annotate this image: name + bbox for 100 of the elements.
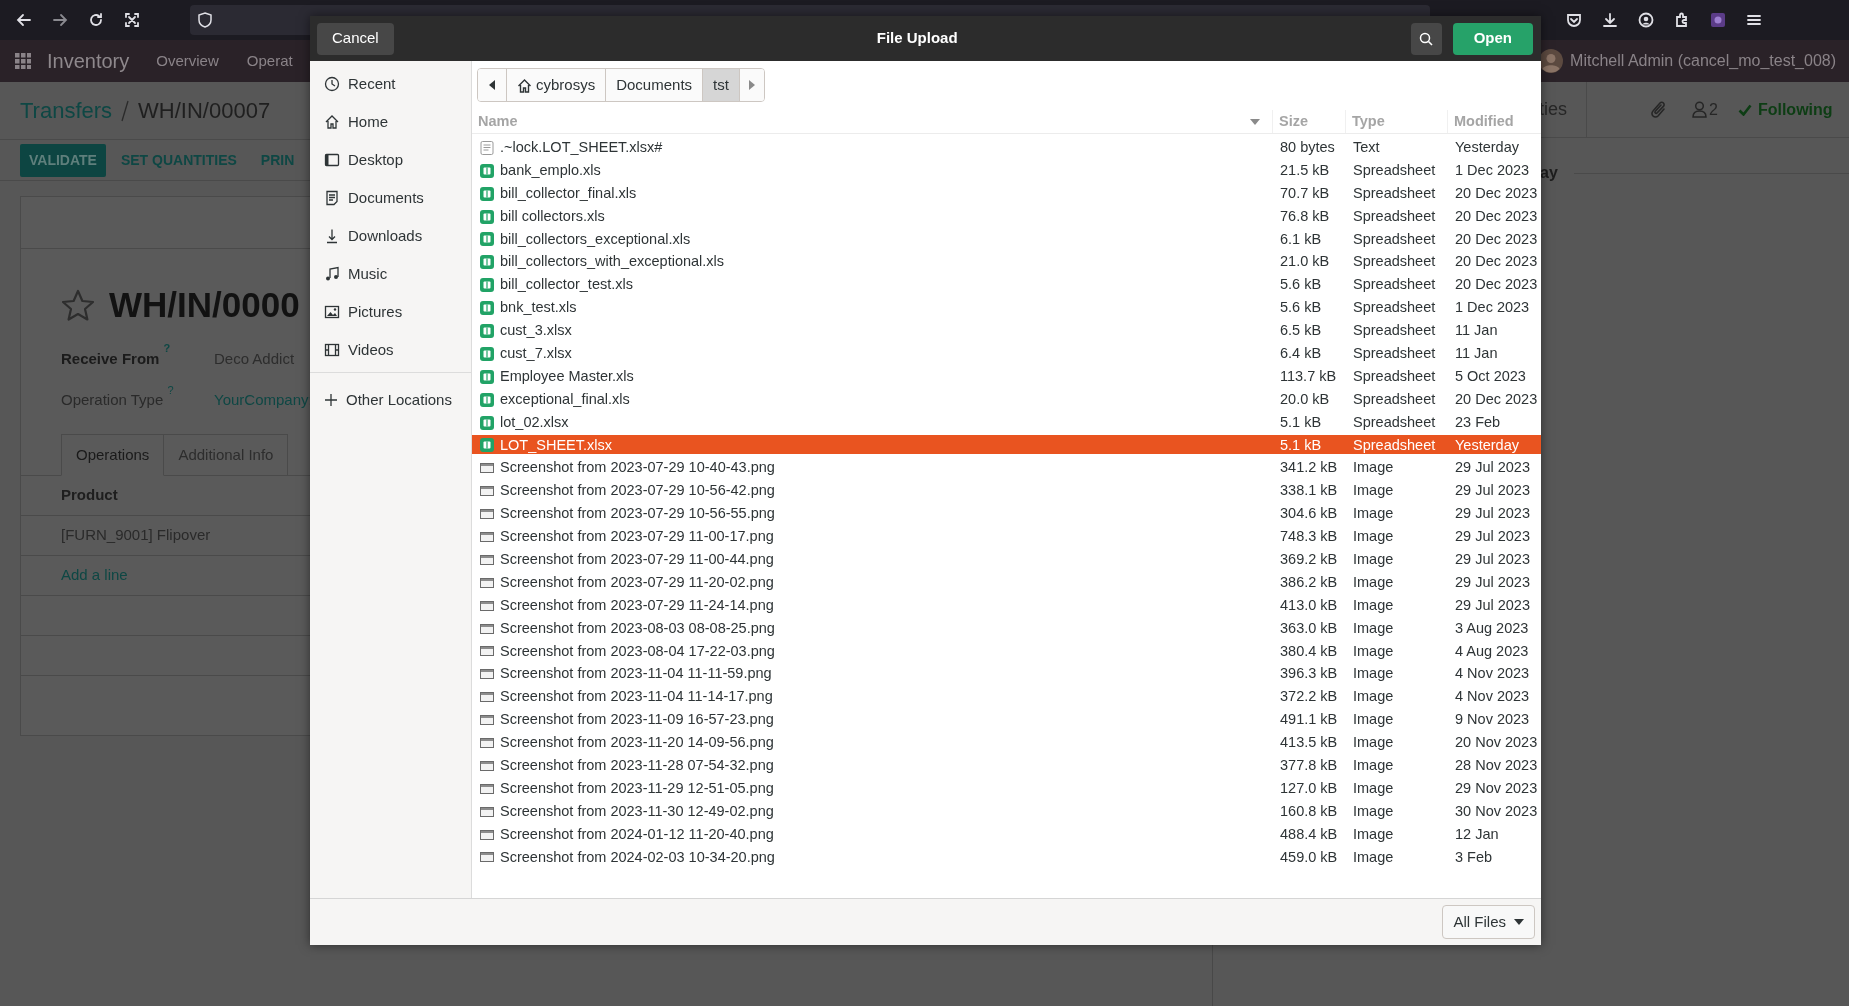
path-forward-button[interactable] — [739, 69, 764, 101]
file-size: 413.5 kB — [1279, 733, 1339, 753]
file-name: Screenshot from 2024-02-03 10-34-20.png — [500, 847, 775, 867]
search-icon — [1419, 31, 1434, 46]
breadcrumb-separator-icon — [120, 99, 131, 122]
place-item[interactable]: Recent — [310, 65, 471, 103]
file-type: Image — [1352, 550, 1395, 570]
file-row[interactable]: exceptional_final.xls 20.0 kB Spreadsheet 20 Dec 2023 — [472, 388, 1541, 409]
apps-menu-icon[interactable] — [15, 53, 31, 69]
star-icon[interactable] — [61, 288, 95, 322]
left-arrow-icon — [489, 80, 495, 90]
file-row[interactable]: Screenshot from 2023-11-09 16-57-23.png 491.1 kB Image 9 Nov 2023 — [472, 709, 1541, 729]
file-row[interactable]: LOT_SHEET.xlsx 5.1 kB Spreadsheet Yesterday — [472, 434, 1541, 455]
cancel-button[interactable]: Cancel — [317, 22, 394, 55]
file-row[interactable]: Screenshot from 2023-11-30 12-49-02.png 160.8 kB Image 30 Nov 2023 — [472, 800, 1541, 821]
file-row[interactable]: Screenshot from 2023-11-28 07-54-32.png 377.8 kB Image 28 Nov 2023 — [472, 755, 1541, 775]
file-row[interactable]: Screenshot from 2024-02-03 10-34-20.png 459.0 kB Image 3 Feb — [472, 846, 1541, 867]
download-icon[interactable] — [1602, 12, 1618, 28]
image-thumbnail-icon — [480, 692, 494, 703]
file-row[interactable]: lot_02.xlsx 5.1 kB Spreadsheet 23 Feb — [472, 411, 1541, 432]
file-row[interactable]: bill collectors.xls 76.8 kB Spreadsheet 20 Dec 2023 — [472, 205, 1541, 226]
file-modified: 20 Dec 2023 — [1454, 275, 1539, 295]
place-item[interactable]: Videos — [310, 331, 471, 369]
place-item[interactable]: Home — [310, 103, 471, 141]
field-label: Receive From — [61, 349, 160, 367]
file-row[interactable]: bill_collectors_with_exceptional.xls 21.0 kB Spreadsheet 20 Dec 2023 — [472, 251, 1541, 271]
file-type: Text — [1352, 138, 1381, 157]
place-item[interactable]: Desktop — [310, 141, 471, 179]
file-size: 6.4 kB — [1279, 344, 1323, 363]
file-modified: 20 Dec 2023 — [1454, 252, 1539, 272]
file-row[interactable]: Screenshot from 2023-07-29 11-24-14.png 413.0 kB Image 29 Jul 2023 — [472, 594, 1541, 615]
file-row[interactable]: Screenshot from 2023-07-29 10-40-43.png 341.2 kB Image 29 Jul 2023 — [472, 457, 1541, 477]
profile-icon[interactable] — [1710, 12, 1726, 28]
file-name: Screenshot from 2023-08-04 17-22-03.png — [500, 641, 775, 661]
file-type: Image — [1352, 733, 1395, 753]
app-name[interactable]: Inventory — [47, 46, 130, 76]
account-icon[interactable] — [1638, 12, 1654, 28]
spreadsheet-icon — [480, 369, 494, 384]
file-row[interactable]: Screenshot from 2023-11-04 11-14-17.png 372.2 kB Image 4 Nov 2023 — [472, 686, 1541, 706]
screenshot-icon[interactable] — [124, 12, 140, 28]
menu-item[interactable]: Overview — [156, 49, 219, 73]
file-size: 6.5 kB — [1279, 321, 1323, 341]
file-row[interactable]: Screenshot from 2023-07-29 11-20-02.png 386.2 kB Image 29 Jul 2023 — [472, 571, 1541, 592]
path-segment[interactable]: Documents — [606, 69, 704, 101]
menu-icon[interactable] — [1746, 12, 1762, 28]
file-row[interactable]: Screenshot from 2023-07-29 10-56-55.png 304.6 kB Image 29 Jul 2023 — [472, 503, 1541, 523]
file-row[interactable]: bill_collectors_exceptional.xls 6.1 kB Spreadsheet 20 Dec 2023 — [472, 228, 1541, 249]
file-row[interactable]: Screenshot from 2024-01-12 11-20-40.png 488.4 kB Image 12 Jan — [472, 823, 1541, 844]
file-type: Image — [1352, 504, 1395, 524]
file-row[interactable]: bnk_test.xls 5.6 kB Spreadsheet 1 Dec 2023 — [472, 297, 1541, 317]
search-button[interactable] — [1410, 22, 1442, 55]
file-modified: 20 Dec 2023 — [1454, 206, 1539, 226]
place-item[interactable]: Downloads — [310, 217, 471, 255]
file-size: 380.4 kB — [1279, 641, 1339, 661]
extensions-icon[interactable] — [1674, 12, 1690, 28]
place-item[interactable]: Music — [310, 255, 471, 293]
place-item[interactable]: Pictures — [310, 293, 471, 331]
file-row[interactable]: Screenshot from 2023-07-29 11-00-44.png 369.2 kB Image 29 Jul 2023 — [472, 549, 1541, 569]
menu-item[interactable]: Operat — [246, 49, 293, 73]
file-row[interactable]: .~lock.LOT_SHEET.xlsx# 80 bytes Text Yesterday — [472, 137, 1541, 157]
file-row[interactable]: Screenshot from 2023-11-20 14-09-56.png 413.5 kB Image 20 Nov 2023 — [472, 732, 1541, 752]
file-row[interactable]: Screenshot from 2023-11-29 12-51-05.png 127.0 kB Image 29 Nov 2023 — [472, 777, 1541, 798]
other-locations-item[interactable]: Other Locations — [310, 381, 471, 419]
reload-icon[interactable] — [88, 12, 104, 28]
file-size: 377.8 kB — [1279, 756, 1339, 776]
avatar[interactable] — [1539, 49, 1564, 73]
file-modified: 20 Nov 2023 — [1454, 733, 1539, 753]
file-row[interactable]: cust_3.xlsx 6.5 kB Spreadsheet 11 Jan — [472, 320, 1541, 340]
user-name[interactable]: Mitchell Admin (cancel_mo_test_008) — [1570, 49, 1836, 73]
file-row[interactable]: Screenshot from 2023-11-04 11-11-59.png 396.3 kB Image 4 Nov 2023 — [472, 663, 1541, 683]
file-type: Spreadsheet — [1352, 160, 1437, 180]
file-name: Screenshot from 2023-07-29 11-00-17.png — [500, 527, 774, 547]
file-name: Screenshot from 2023-07-29 11-24-14.png — [500, 595, 774, 615]
file-row[interactable]: Screenshot from 2023-07-29 11-00-17.png 748.3 kB Image 29 Jul 2023 — [472, 526, 1541, 546]
file-row[interactable]: Screenshot from 2023-08-04 17-22-03.png 380.4 kB Image 4 Aug 2023 — [472, 640, 1541, 661]
forward-icon[interactable] — [52, 12, 68, 28]
path-back-button[interactable] — [478, 69, 507, 101]
file-row[interactable]: bank_emplo.xls 21.5 kB Spreadsheet 1 Dec 2023 — [472, 159, 1541, 180]
image-thumbnail-icon — [480, 669, 494, 680]
file-row[interactable]: bill_collector_final.xls 70.7 kB Spreadsheet 20 Dec 2023 — [472, 182, 1541, 203]
sort-caret-icon[interactable] — [1250, 118, 1260, 125]
file-row[interactable]: cust_7.xlsx 6.4 kB Spreadsheet 11 Jan — [472, 343, 1541, 363]
path-segment[interactable]: tst — [703, 69, 740, 101]
file-row[interactable]: Screenshot from 2023-07-29 10-56-42.png 338.1 kB Image 29 Jul 2023 — [472, 480, 1541, 500]
file-name: cust_3.xlsx — [500, 321, 572, 341]
pocket-icon[interactable] — [1566, 12, 1582, 28]
file-modified: 28 Nov 2023 — [1454, 756, 1539, 776]
file-row[interactable]: bill_collector_test.xls 5.6 kB Spreadsheet 20 Dec 2023 — [472, 274, 1541, 294]
file-modified: 29 Jul 2023 — [1454, 481, 1531, 501]
path-segment[interactable]: cybrosys — [507, 69, 607, 101]
file-size: 127.0 kB — [1279, 778, 1339, 798]
file-filter-dropdown[interactable]: All Files — [1442, 905, 1535, 939]
file-row[interactable]: Employee Master.xls 113.7 kB Spreadsheet 5 Oct 2023 — [472, 365, 1541, 386]
place-item[interactable]: Documents — [310, 179, 471, 217]
file-row[interactable]: Screenshot from 2023-08-03 08-08-25.png 363.0 kB Image 3 Aug 2023 — [472, 617, 1541, 638]
back-icon[interactable] — [16, 12, 32, 28]
paperclip-icon[interactable] — [1650, 99, 1668, 120]
file-name: Screenshot from 2023-07-29 11-20-02.png — [500, 572, 774, 592]
file-name: bnk_test.xls — [500, 298, 577, 318]
file-name: Screenshot from 2023-11-09 16-57-23.png — [500, 710, 774, 730]
